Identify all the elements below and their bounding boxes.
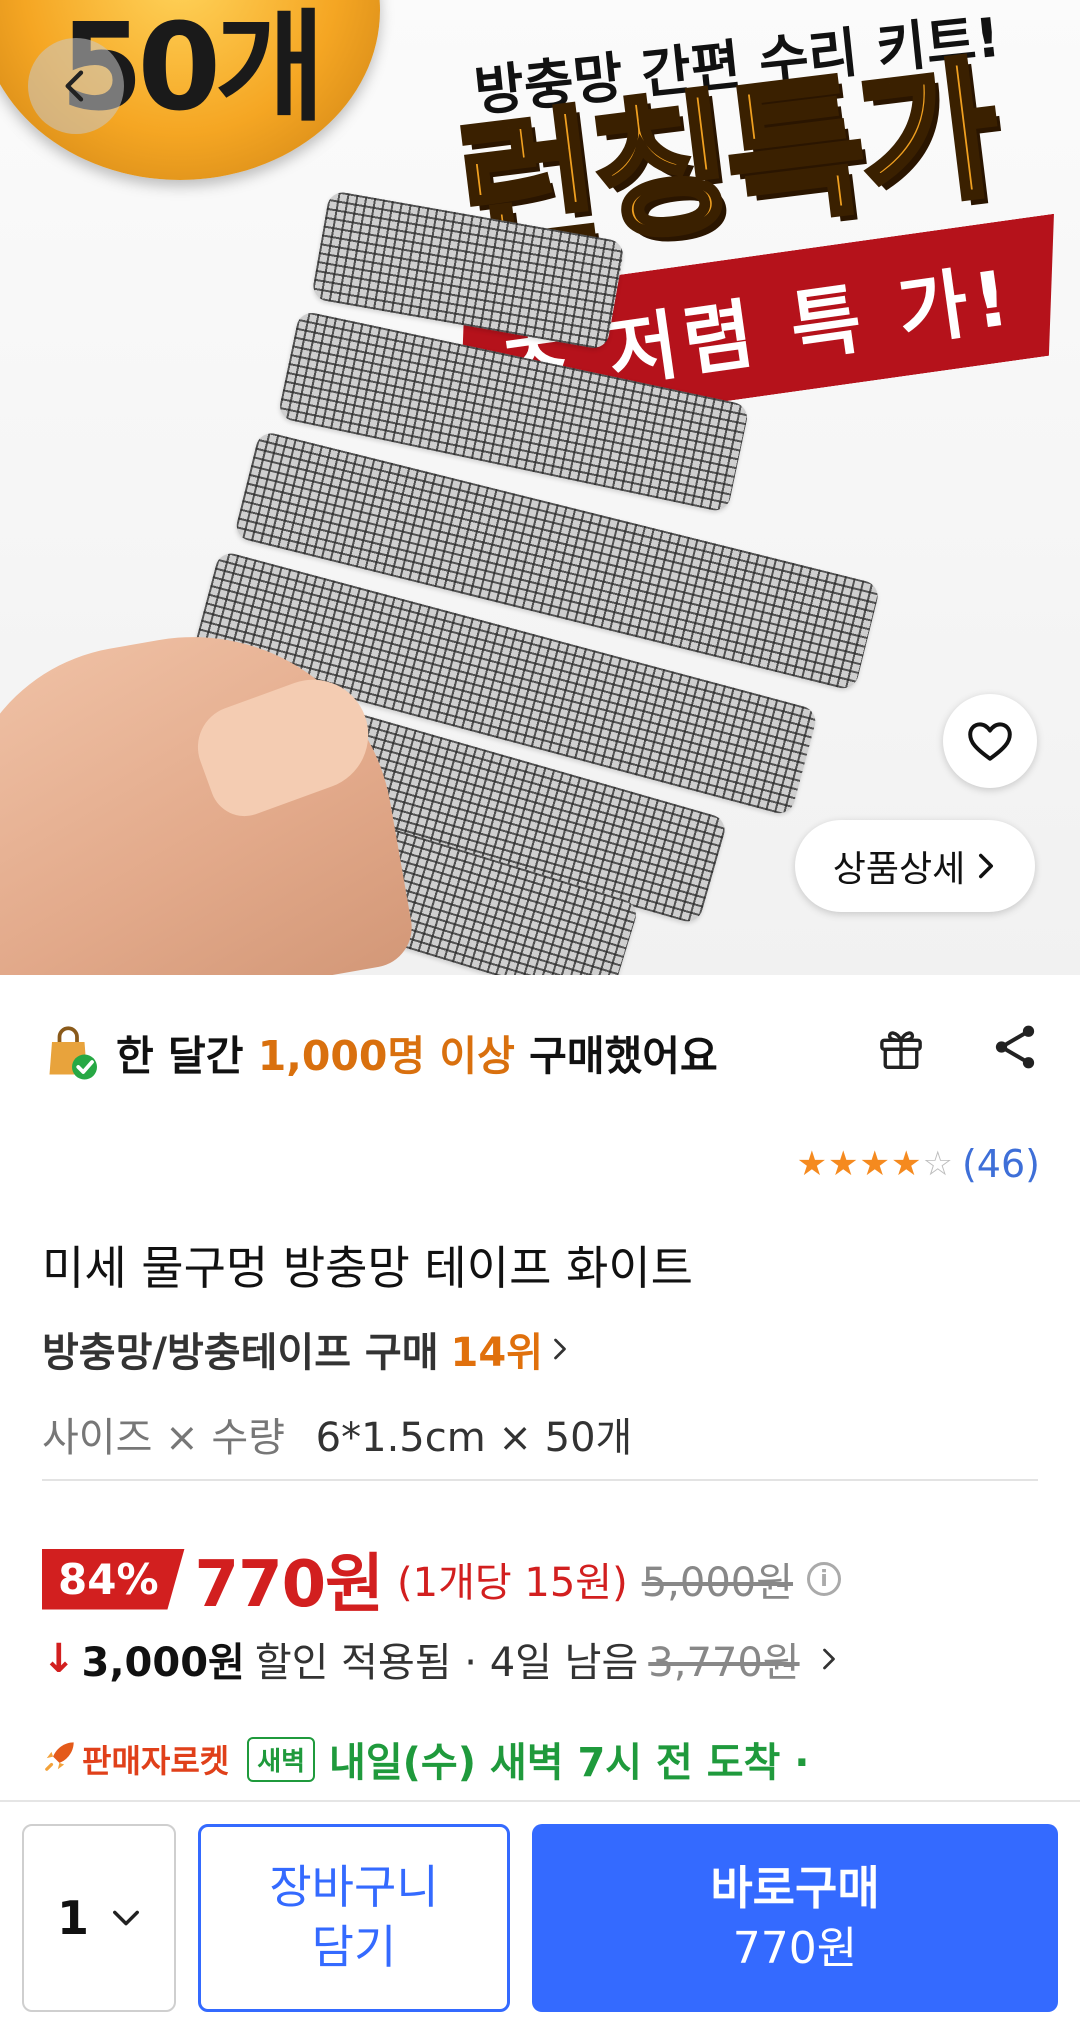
back-button[interactable] [28,38,124,134]
review-count[interactable]: (46) [962,1142,1040,1186]
gift-icon[interactable] [874,1020,928,1074]
rocket-icon [42,1736,80,1783]
price-row: 84% 770원 (1개당 15원) 5,000원 i [42,1533,842,1625]
purchase-social-proof: 한 달간 1,000명 이상 구매했어요 [42,1012,1042,1092]
product-rating[interactable]: ★★★★☆ (46) [797,1142,1040,1186]
coupon-amount: 3,000원 [81,1640,245,1686]
option-label: 사이즈 × 수량 [42,1415,285,1461]
down-arrow-icon: ↓ [42,1636,76,1682]
buy-now-price: 770원 [732,1923,858,1975]
chevron-down-icon [113,1910,139,1926]
add-to-cart-button[interactable]: 장바구니 담기 [198,1824,510,2012]
chevron-right-icon [979,853,994,879]
product-detail-button[interactable]: 상품상세 [795,820,1035,912]
social-proof-suffix: 구매했어요 [529,1032,718,1080]
bottom-purchase-bar: 1 장바구니 담기 바로구매 770원 [0,1800,1080,2032]
buy-now-label: 바로구매 [710,1861,880,1916]
product-title: 미세 물구멍 방충망 테이프 화이트 [42,1241,693,1295]
info-icon[interactable]: i [807,1562,842,1596]
wishlist-button[interactable] [943,694,1037,788]
rating-stars: ★★★★☆ [797,1144,954,1184]
cart-label-line1: 장바구니 [269,1860,439,1915]
delivery-eta: 내일(수) 새벽 7시 전 도착 · [329,1740,810,1786]
category-rank-label: 방충망/방충테이프 구매 [42,1330,439,1376]
product-detail-label: 상품상세 [832,849,966,890]
chevron-right-icon [554,1338,566,1360]
coupon-previous-price: 3,770원 [648,1640,800,1686]
social-proof-text: 한 달간 1,000명 이상 구매했어요 [116,1022,718,1082]
shopping-bag-check-icon [49,1026,97,1080]
coupon-discount-row[interactable]: ↓ 3,000원 할인 적용됨 · 4일 남음 3,770원 [42,1630,838,1688]
cart-label-line2: 담기 [311,1920,397,1974]
product-actions [874,1020,1042,1074]
star-empty-icon: ☆ [922,1144,954,1184]
buy-now-button[interactable]: 바로구매 770원 [532,1824,1058,2012]
delivery-info: 판매자로켓 새벽 내일(수) 새벽 7시 전 도착 · [42,1730,809,1788]
heart-icon [968,722,1012,761]
social-proof-highlight: 1,000명 이상 [257,1032,515,1080]
sale-price: 770원 [194,1548,384,1622]
option-value: 6*1.5cm × 50개 [315,1415,633,1461]
dawn-delivery-badge: 새벽 [247,1736,316,1782]
category-rank-link[interactable]: 방충망/방충테이프 구매 14위 [42,1320,569,1378]
seller-rocket-label: 판매자로켓 [82,1742,230,1780]
divider [42,1479,1038,1481]
social-proof-prefix: 한 달간 [116,1032,244,1080]
share-icon[interactable] [988,1020,1042,1074]
quantity-select[interactable]: 1 [22,1824,176,2012]
star-filled-icon: ★★★★ [796,1144,923,1184]
product-hero-image: 50개 방충망 간편 수리 키트! 런칭특가 초 저렴 특 가! 상품상세 [0,0,1080,975]
unit-price: (1개당 15원) [397,1560,628,1606]
original-price: 5,000원 [641,1560,794,1606]
coupon-text: 할인 적용됨 · 4일 남음 [254,1640,639,1686]
category-rank-value: 14위 [450,1330,544,1376]
selected-option[interactable]: 사이즈 × 수량 6*1.5cm × 50개 [42,1405,632,1463]
discount-rate-badge: 84% [42,1548,185,1610]
chevron-right-icon [822,1648,835,1670]
chevron-left-icon [65,70,84,102]
quantity-value: 1 [56,1891,89,1945]
